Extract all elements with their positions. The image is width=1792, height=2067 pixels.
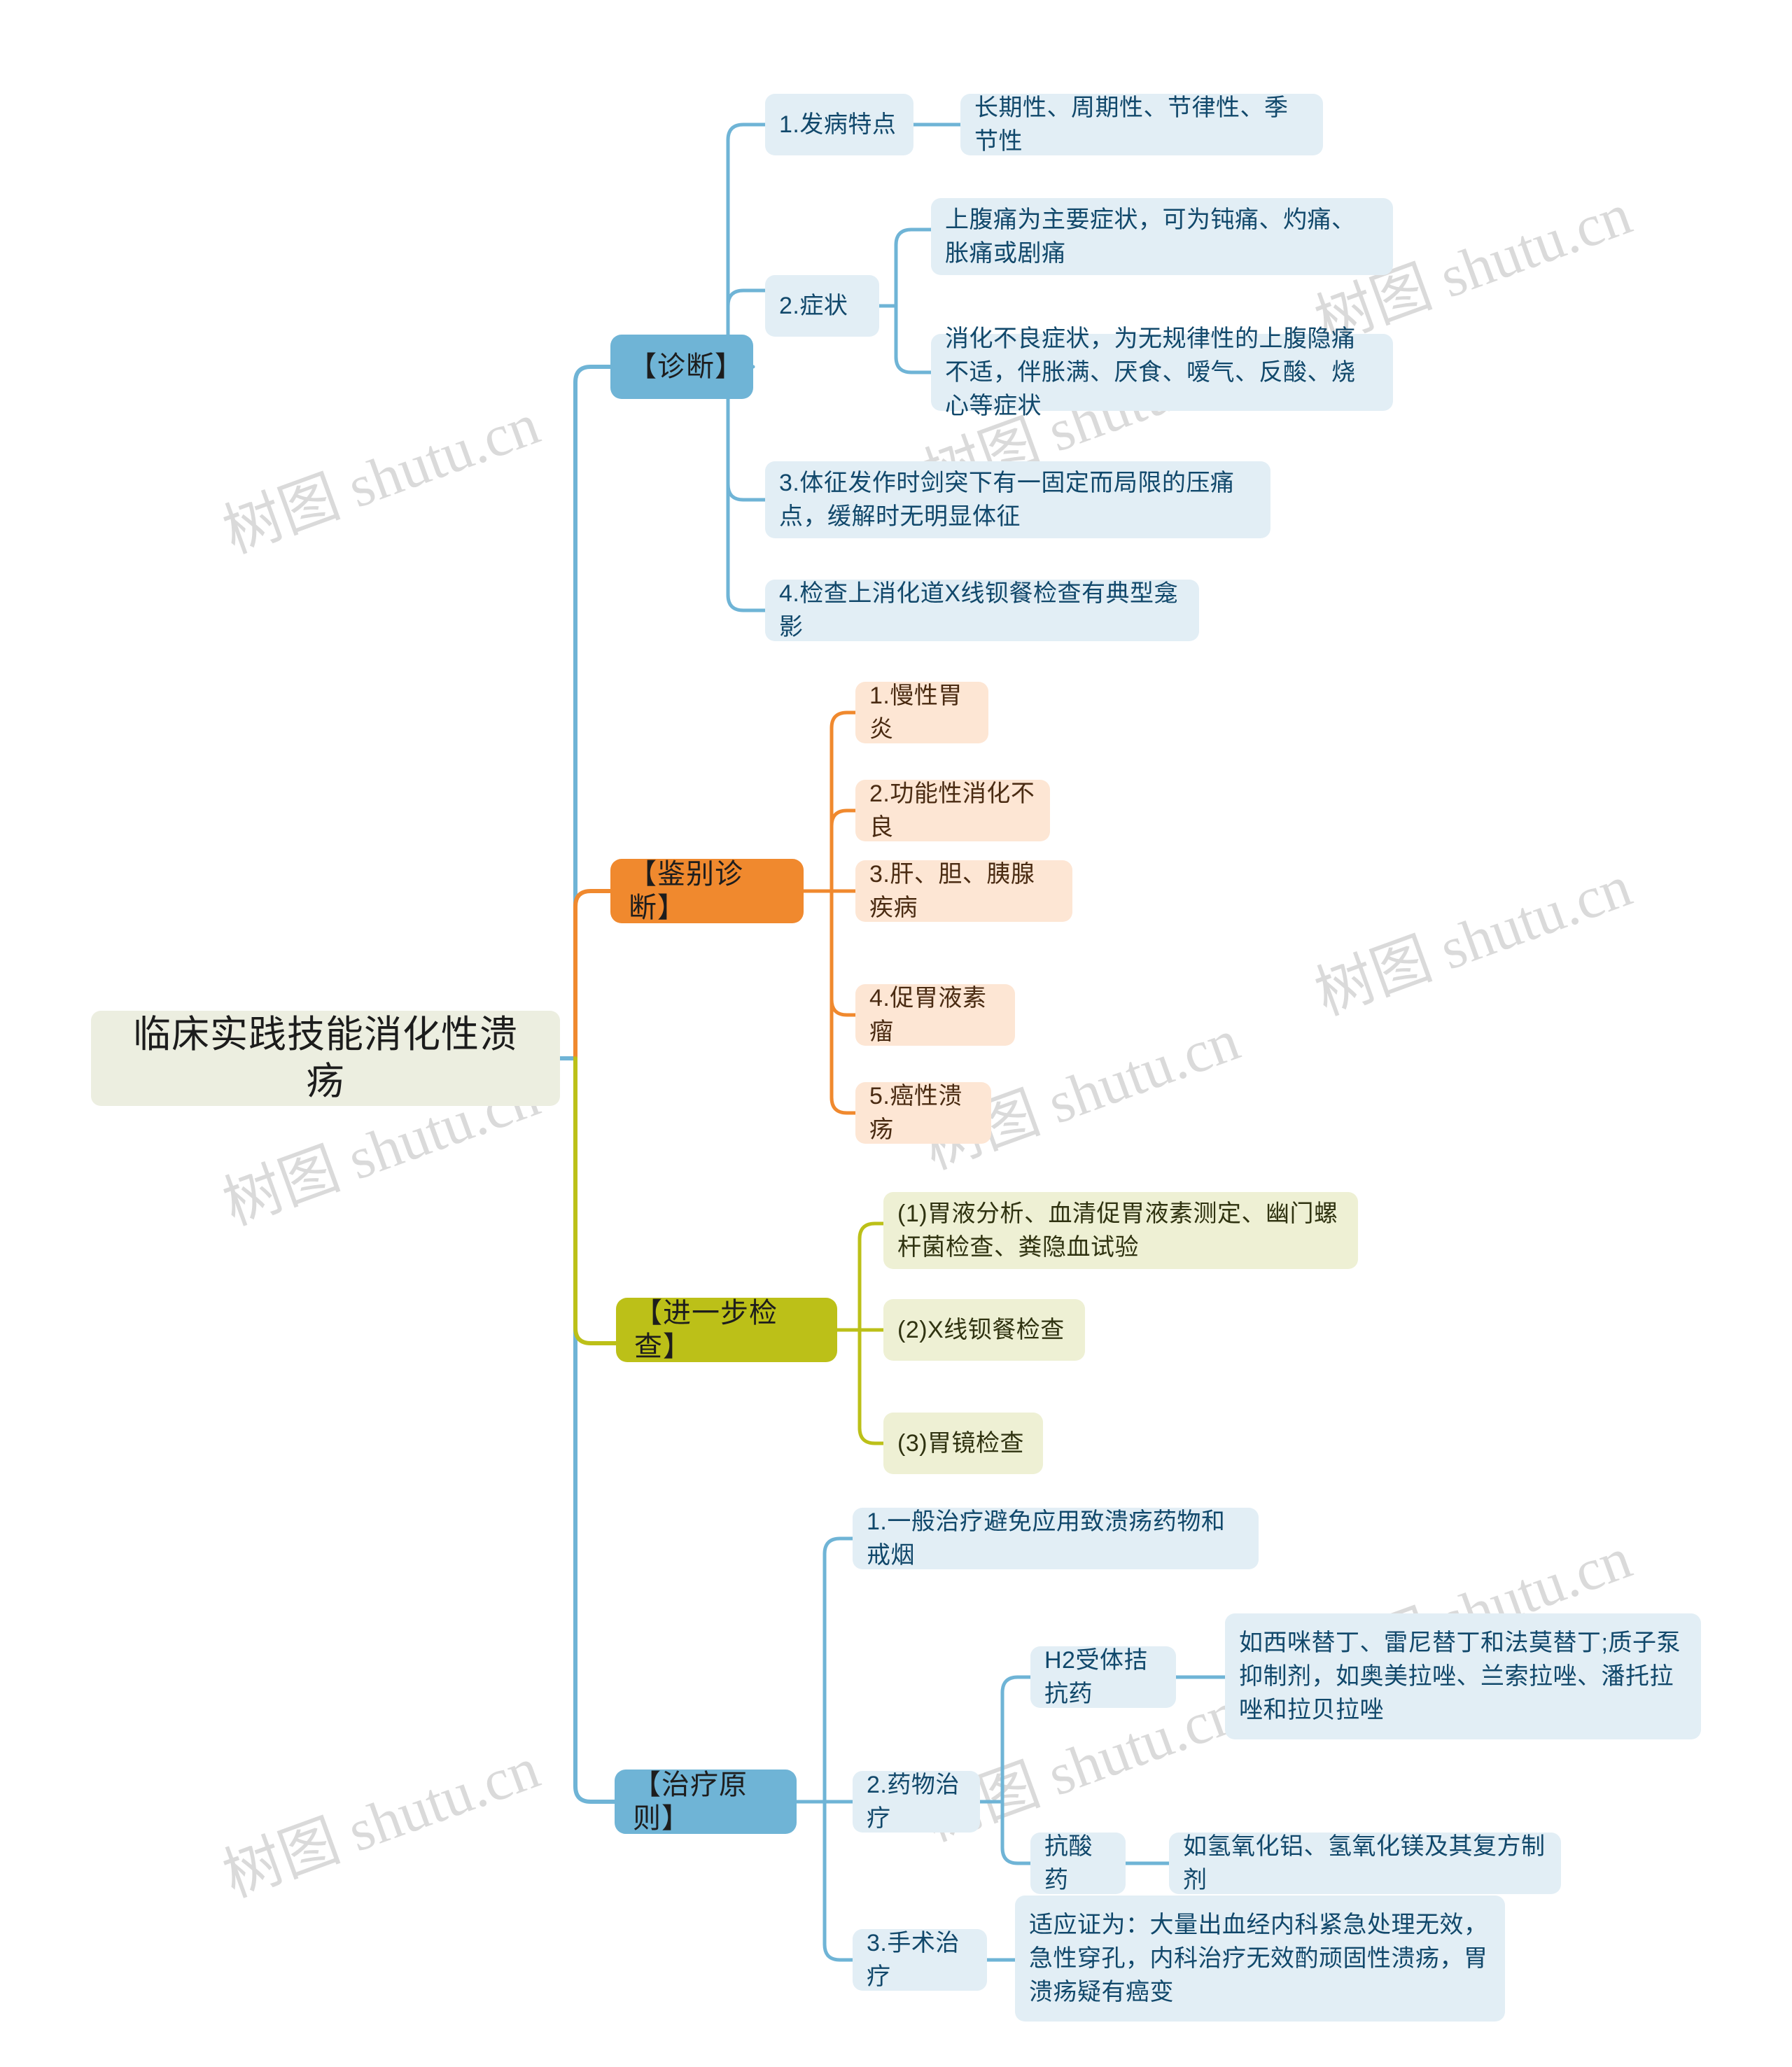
node-differential-3-label: 3.肝、胆、胰腺疾病 bbox=[869, 860, 1035, 921]
node-surgery-detail-label: 适应证为：大量出血经内科紧急处理无效，急性穿孔，内科治疗无效酌顽固性溃疡，胃溃疡… bbox=[1029, 1911, 1488, 2006]
node-treatment-2-label: 2.药物治疗 bbox=[867, 1771, 960, 1832]
node-differential-3[interactable]: 3.肝、胆、胰腺疾病 bbox=[855, 860, 1072, 922]
node-differential-4-label: 4.促胃液素瘤 bbox=[869, 984, 987, 1045]
root-label: 临床实践技能消化性溃疡 bbox=[133, 1013, 518, 1103]
wire-diff-c2 bbox=[830, 808, 858, 893]
node-diagnosis-2-detail-2[interactable]: 消化不良症状，为无规律性的上腹隐痛不适，伴胀满、厌食、嗳气、反酸、烧心等症状 bbox=[931, 325, 1393, 419]
node-exam-1-label: (1)胃液分析、血清促胃液素测定、幽门螺杆菌检查、粪隐血试验 bbox=[897, 1200, 1338, 1261]
wire-c2-leaf2 bbox=[894, 304, 933, 374]
node-differential-1-label: 1.慢性胃炎 bbox=[869, 682, 962, 743]
node-diagnosis-2-detail-1-label: 上腹痛为主要症状，可为钝痛、灼痛、胀痛或剧痛 bbox=[945, 206, 1356, 267]
node-diagnosis-2-detail-1[interactable]: 上腹痛为主要症状，可为钝痛、灼痛、胀痛或剧痛 bbox=[931, 198, 1393, 275]
wire-treat-c3 bbox=[822, 1800, 855, 1962]
node-antacid-detail-label: 如氢氧化铝、氢氧化镁及其复方制剂 bbox=[1183, 1833, 1546, 1893]
wire-drug-h2 bbox=[1000, 1675, 1032, 1804]
node-treatment-2[interactable]: 2.药物治疗 bbox=[853, 1771, 980, 1833]
wire-exam-c1 bbox=[858, 1221, 886, 1332]
wire-drug-antacid bbox=[1000, 1800, 1032, 1865]
node-treatment-1[interactable]: 1.一般治疗避免应用致溃疡药物和戒烟 bbox=[853, 1508, 1259, 1569]
node-diagnosis-2-detail-2-label: 消化不良症状，为无规律性的上腹隐痛不适，伴胀满、厌食、嗳气、反酸、烧心等症状 bbox=[945, 325, 1356, 420]
node-differential-2[interactable]: 2.功能性消化不良 bbox=[855, 780, 1050, 841]
node-antacid-detail[interactable]: 如氢氧化铝、氢氧化镁及其复方制剂 bbox=[1169, 1833, 1561, 1894]
wire-c2-leaf1 bbox=[894, 227, 933, 308]
node-differential-4[interactable]: 4.促胃液素瘤 bbox=[855, 984, 1015, 1046]
topic-treatment-label: 【治疗原则】 bbox=[633, 1770, 748, 1834]
node-exam-3-label: (3)胃镜检查 bbox=[897, 1429, 1025, 1457]
node-differential-2-label: 2.功能性消化不良 bbox=[869, 780, 1035, 841]
node-h2-blocker-detail[interactable]: 如西咪替丁、雷尼替丁和法莫替丁;质子泵抑制剂，如奥美拉唑、兰索拉唑、潘托拉唑和拉… bbox=[1225, 1613, 1701, 1739]
wire-diff-c4 bbox=[830, 889, 858, 1017]
wire-root-to-treatment bbox=[573, 1056, 617, 1804]
node-diagnosis-1[interactable]: 1.发病特点 bbox=[765, 94, 913, 155]
node-diagnosis-4[interactable]: 4.检查上消化道X线钡餐检查有典型龛影 bbox=[765, 580, 1199, 641]
topic-diagnosis-label: 【诊断】 bbox=[629, 351, 743, 382]
topic-differential[interactable]: 【鉴别诊断】 bbox=[610, 859, 804, 923]
node-h2-blocker[interactable]: H2受体拮抗药 bbox=[1030, 1646, 1176, 1708]
node-differential-5-label: 5.癌性溃疡 bbox=[869, 1082, 962, 1143]
node-diagnosis-1-detail[interactable]: 长期性、周期性、节律性、季节性 bbox=[960, 94, 1323, 155]
node-differential-5[interactable]: 5.癌性溃疡 bbox=[855, 1082, 991, 1144]
node-h2-blocker-detail-label: 如西咪替丁、雷尼替丁和法莫替丁;质子泵抑制剂，如奥美拉唑、兰索拉唑、潘托拉唑和拉… bbox=[1239, 1629, 1681, 1724]
node-exam-2-label: (2)X线钡餐检查 bbox=[897, 1316, 1065, 1343]
topic-differential-label: 【鉴别诊断】 bbox=[629, 859, 743, 923]
wire-diagnosis-c1 bbox=[726, 122, 767, 369]
node-exam-3[interactable]: (3)胃镜检查 bbox=[883, 1413, 1043, 1474]
wire-treat-c1 bbox=[822, 1536, 855, 1804]
topic-diagnosis[interactable]: 【诊断】 bbox=[610, 335, 753, 399]
node-differential-1[interactable]: 1.慢性胃炎 bbox=[855, 682, 988, 743]
topic-treatment[interactable]: 【治疗原则】 bbox=[615, 1770, 797, 1834]
wire-exam-c3 bbox=[858, 1328, 886, 1445]
root-node[interactable]: 临床实践技能消化性溃疡 bbox=[91, 1011, 560, 1106]
node-diagnosis-3-label: 3.体征发作时剑突下有一固定而局限的压痛点，缓解时无明显体征 bbox=[779, 469, 1235, 530]
node-h2-blocker-label: H2受体拮抗药 bbox=[1044, 1646, 1148, 1707]
node-treatment-1-label: 1.一般治疗避免应用致溃疡药物和戒烟 bbox=[867, 1508, 1226, 1569]
node-surgery-detail[interactable]: 适应证为：大量出血经内科紧急处理无效，急性穿孔，内科治疗无效酌顽固性溃疡，胃溃疡… bbox=[1015, 1896, 1505, 2022]
node-treatment-3-label: 3.手术治疗 bbox=[867, 1929, 960, 1990]
node-exam-1[interactable]: (1)胃液分析、血清促胃液素测定、幽门螺杆菌检查、粪隐血试验 bbox=[883, 1192, 1358, 1269]
node-treatment-3[interactable]: 3.手术治疗 bbox=[853, 1929, 987, 1991]
node-diagnosis-3[interactable]: 3.体征发作时剑突下有一固定而局限的压痛点，缓解时无明显体征 bbox=[765, 461, 1270, 538]
topic-further-exam[interactable]: 【进一步检查】 bbox=[616, 1298, 837, 1362]
node-diagnosis-4-label: 4.检查上消化道X线钡餐检查有典型龛影 bbox=[779, 580, 1179, 640]
node-antacid-label: 抗酸药 bbox=[1044, 1833, 1093, 1893]
node-exam-2[interactable]: (2)X线钡餐检查 bbox=[883, 1299, 1085, 1361]
wire-diff-c1 bbox=[830, 710, 858, 893]
node-diagnosis-2[interactable]: 2.症状 bbox=[765, 275, 879, 337]
topic-further-exam-label: 【进一步检查】 bbox=[634, 1298, 778, 1362]
mindmap-canvas: 树图 shutu.cn 树图 shutu.cn 树图 shutu.cn 树图 s… bbox=[0, 0, 1792, 2067]
node-antacid[interactable]: 抗酸药 bbox=[1030, 1833, 1126, 1894]
wire-root-to-differential bbox=[573, 889, 612, 1060]
wire-diagnosis-c4 bbox=[726, 365, 767, 612]
wire-root-to-further-exam bbox=[573, 1056, 618, 1345]
wire-diff-c5 bbox=[830, 889, 858, 1115]
node-diagnosis-1-label: 1.发病特点 bbox=[779, 111, 897, 138]
node-diagnosis-1-detail-label: 长期性、周期性、节律性、季节性 bbox=[974, 94, 1289, 155]
node-diagnosis-2-label: 2.症状 bbox=[779, 292, 848, 319]
wire-root-to-diagnosis bbox=[573, 365, 612, 1060]
